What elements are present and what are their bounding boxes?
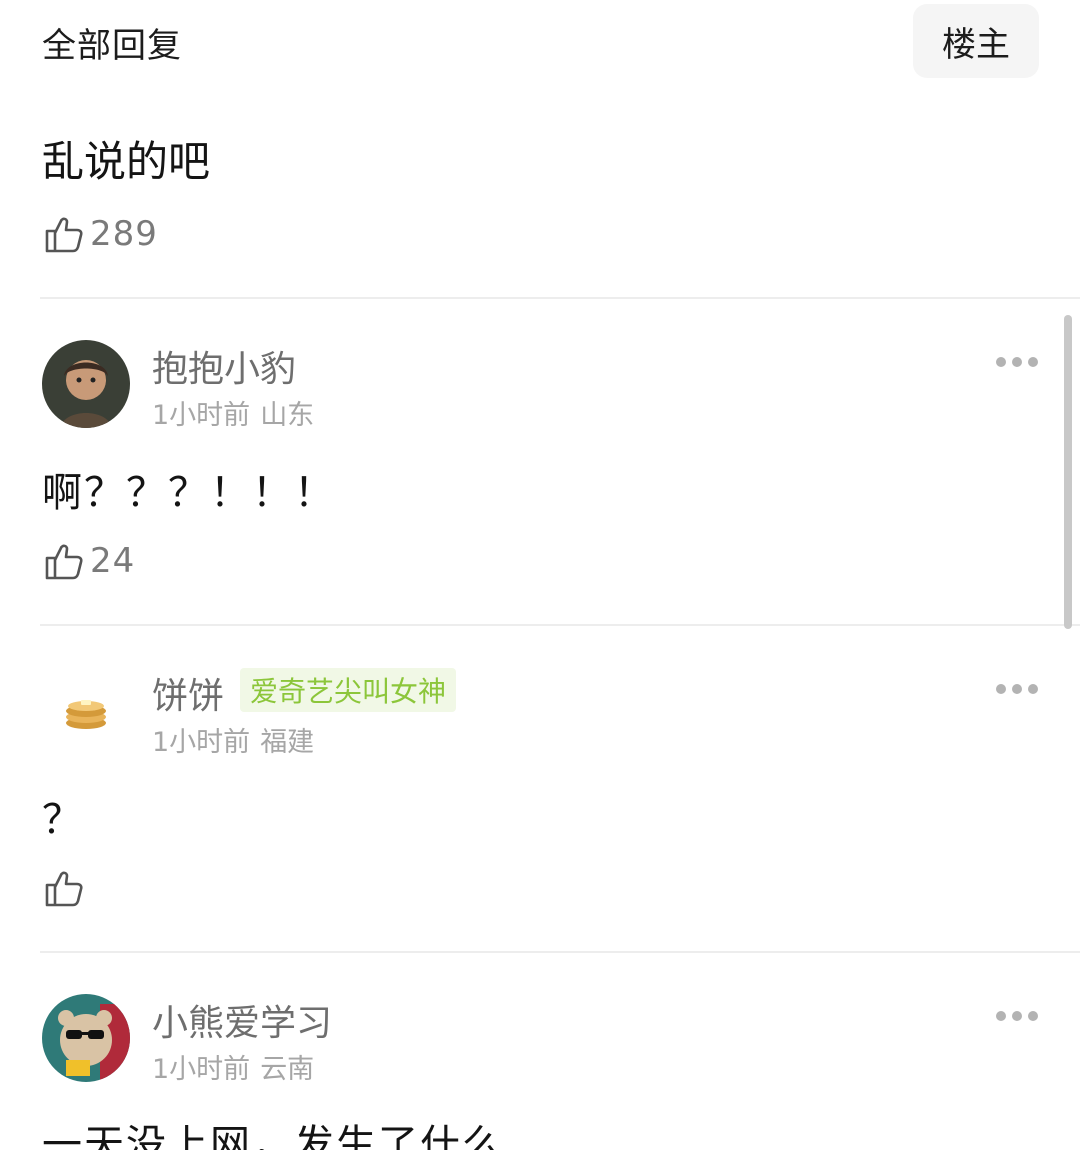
- page-title: 全部回复: [42, 26, 182, 66]
- username[interactable]: 小熊爱学习: [152, 994, 332, 1046]
- more-options-icon[interactable]: [996, 683, 1038, 695]
- thumbs-up-icon: [45, 217, 83, 253]
- more-options-icon[interactable]: [996, 356, 1038, 368]
- divider: [40, 297, 1080, 299]
- comment-meta: 1小时前 山东: [152, 393, 314, 432]
- comment-time: 1小时前: [152, 1054, 251, 1085]
- username[interactable]: 饼饼: [152, 667, 224, 719]
- teddy-bear-avatar-image: [42, 994, 130, 1082]
- username[interactable]: 抱抱小豹: [152, 340, 296, 392]
- avatar[interactable]: [42, 667, 130, 755]
- like-count: 289: [90, 214, 158, 254]
- avatar[interactable]: [42, 340, 130, 428]
- more-options-icon[interactable]: [996, 1010, 1038, 1022]
- header: 全部回复 楼主: [0, 0, 1080, 90]
- thumbs-up-icon: [45, 871, 83, 907]
- comment-thread-page: 全部回复 楼主 乱说的吧 289 抱抱小豹 1小时前山东 啊？？？！！！ 24: [0, 0, 1080, 1150]
- comment-time: 1小时前: [152, 727, 251, 758]
- character-avatar-image: [42, 340, 130, 428]
- comment-text: 啊？？？！！！: [42, 470, 336, 516]
- divider: [40, 624, 1080, 626]
- main-post-text: 乱说的吧: [42, 137, 211, 186]
- comment-location: 云南: [260, 1054, 315, 1085]
- like-count: 24: [90, 541, 136, 581]
- avatar[interactable]: [42, 994, 130, 1082]
- scrollbar[interactable]: [1064, 315, 1072, 629]
- comment-like-button[interactable]: 24: [42, 539, 135, 583]
- comment-location: 山东: [260, 400, 315, 431]
- comment-meta: 1小时前 福建: [152, 720, 314, 759]
- comment-text: 一天没上网，发生了什么: [42, 1122, 504, 1150]
- comment-location: 福建: [260, 727, 315, 758]
- op-only-button[interactable]: 楼主: [913, 4, 1039, 78]
- comment-meta: 1小时前 云南: [152, 1047, 314, 1086]
- divider: [40, 951, 1080, 953]
- thumbs-up-icon: [45, 544, 83, 580]
- comment-text: ？: [42, 797, 84, 843]
- comment-time: 1小时前: [152, 400, 251, 431]
- main-post-like-button[interactable]: 289: [42, 212, 158, 256]
- pancake-avatar-image: [42, 667, 130, 755]
- user-badge: 爱奇艺尖叫女神: [240, 668, 457, 712]
- comment-like-button[interactable]: [42, 866, 86, 910]
